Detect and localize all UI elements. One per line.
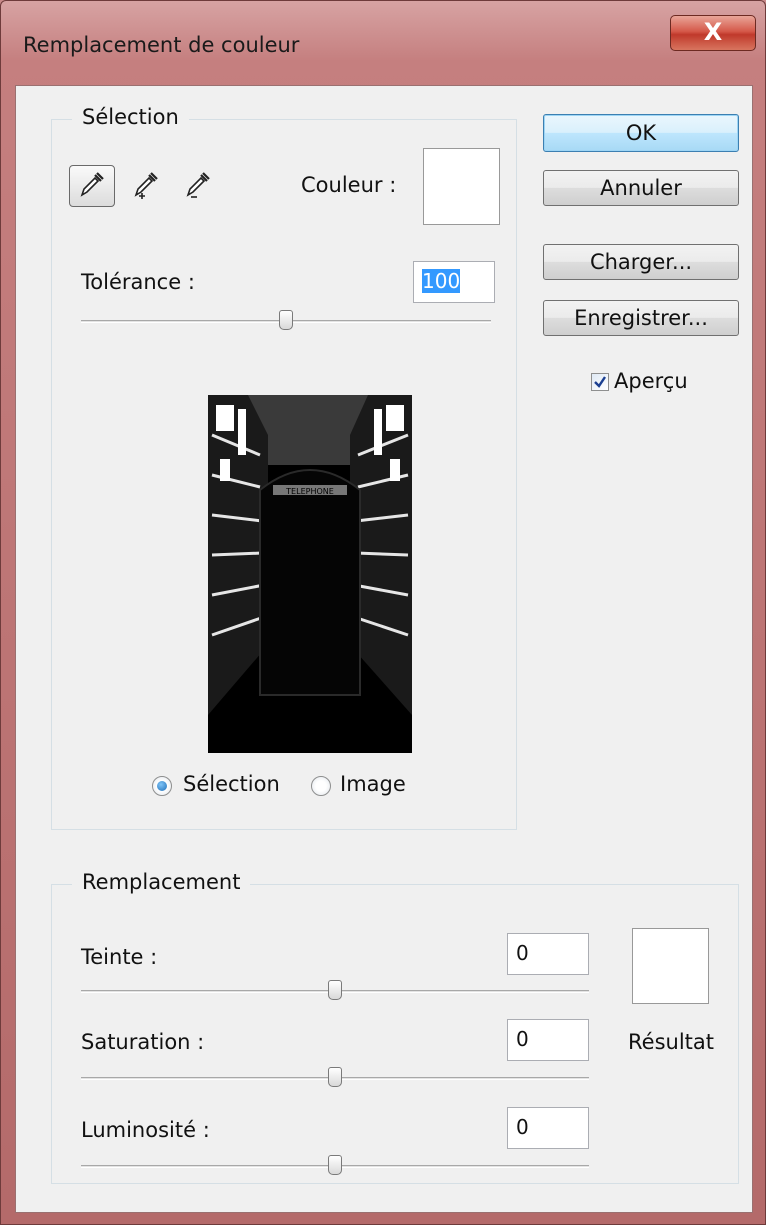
hue-input[interactable]: 0 <box>507 933 589 975</box>
ok-button[interactable]: OK <box>543 114 739 152</box>
replacement-group: Remplacement Teinte : 0 Saturation : 0 L… <box>51 870 739 1184</box>
preview-label[interactable]: Aperçu <box>614 369 688 393</box>
color-label: Couleur : <box>301 173 397 197</box>
checkmark-icon <box>594 376 606 388</box>
preview-checkbox[interactable] <box>591 373 609 391</box>
subtract-from-sample-tool[interactable] <box>175 165 221 207</box>
view-selection-radio[interactable] <box>152 776 172 796</box>
eyedropper-tool[interactable] <box>69 165 115 207</box>
add-to-sample-tool[interactable] <box>123 165 169 207</box>
dialog-window: Remplacement de couleur X Sélection Coul… <box>0 0 766 1225</box>
selection-group-label: Sélection <box>72 105 189 129</box>
saturation-slider-thumb[interactable] <box>328 1067 342 1087</box>
result-color-swatch[interactable] <box>632 928 709 1004</box>
eyedropper-minus-icon <box>183 169 213 203</box>
selection-group: Sélection Couleur : Tolérance : 100 TELE… <box>51 105 517 830</box>
result-label: Résultat <box>628 1030 714 1054</box>
lightness-label: Luminosité : <box>81 1118 210 1142</box>
selection-color-swatch[interactable] <box>423 148 500 225</box>
tolerance-label: Tolérance : <box>81 270 195 294</box>
eyedropper-plus-icon <box>131 169 161 203</box>
load-button[interactable]: Charger... <box>543 244 739 280</box>
saturation-label: Saturation : <box>81 1030 205 1054</box>
preview-sign-text: TELEPHONE <box>285 487 334 496</box>
title-bar[interactable]: Remplacement de couleur X <box>1 1 765 85</box>
tolerance-slider-thumb[interactable] <box>279 310 293 330</box>
eyedropper-icon <box>77 169 107 203</box>
window-title: Remplacement de couleur <box>23 33 300 57</box>
saturation-input[interactable]: 0 <box>507 1019 589 1061</box>
dialog-body: Sélection Couleur : Tolérance : 100 TELE… <box>15 85 753 1213</box>
lightness-slider-thumb[interactable] <box>328 1155 342 1175</box>
cancel-button[interactable]: Annuler <box>543 170 739 206</box>
tolerance-input[interactable]: 100 <box>413 261 495 303</box>
save-button[interactable]: Enregistrer... <box>543 300 739 336</box>
view-image-radio[interactable] <box>311 776 331 796</box>
hue-slider-thumb[interactable] <box>328 980 342 1000</box>
selection-preview-image: TELEPHONE <box>208 395 412 753</box>
view-selection-label[interactable]: Sélection <box>183 772 280 796</box>
view-image-label[interactable]: Image <box>340 772 406 796</box>
hue-label: Teinte : <box>81 945 158 969</box>
close-button[interactable]: X <box>670 15 756 51</box>
replacement-group-label: Remplacement <box>72 870 251 894</box>
lightness-input[interactable]: 0 <box>507 1107 589 1149</box>
